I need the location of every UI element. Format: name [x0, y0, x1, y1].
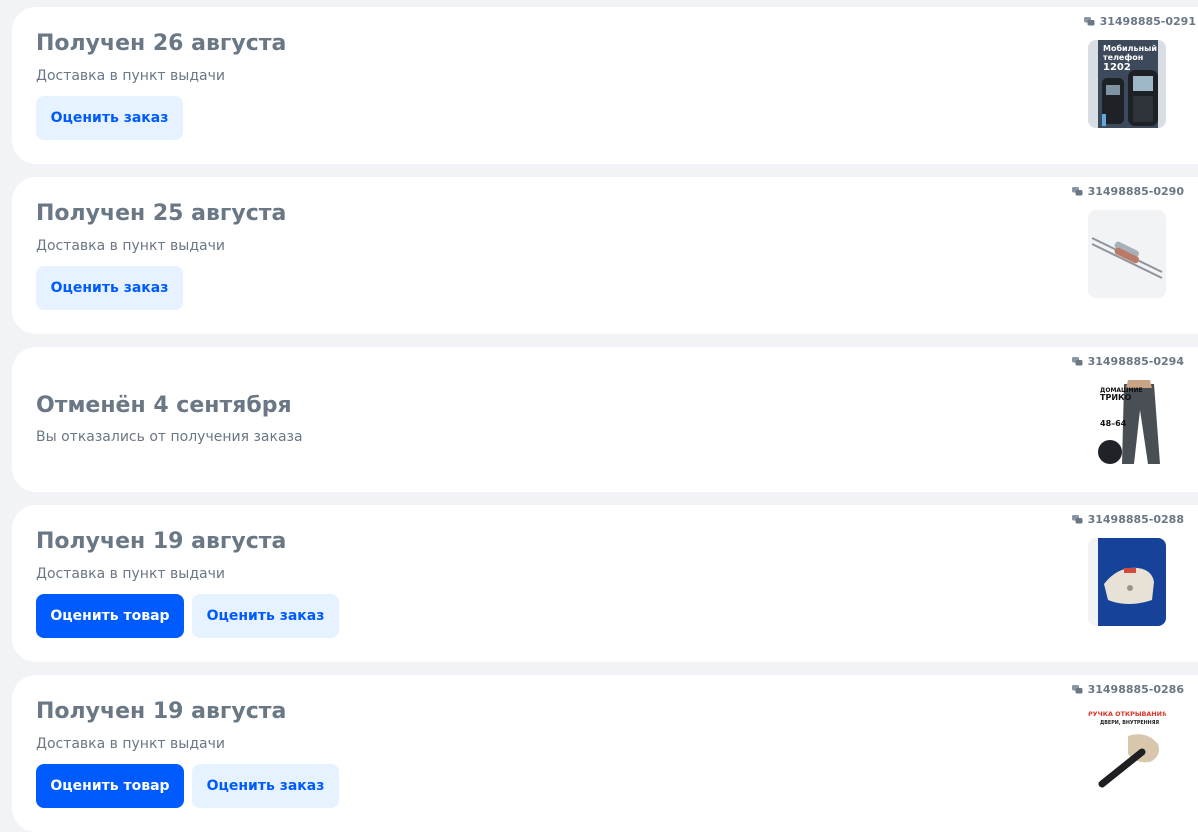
order-status-title: Получен 26 августа: [36, 31, 287, 56]
thermal-fuse-icon: [1088, 210, 1166, 298]
rate-order-button[interactable]: Оценить заказ: [192, 594, 339, 638]
order-status-details: Доставка в пункт выдачи: [36, 736, 225, 752]
order-status-title: Получен 25 августа: [36, 201, 287, 226]
order-number-text: 31498885-0291: [1099, 15, 1196, 28]
order-card[interactable]: Получен 19 августа Доставка в пункт выда…: [12, 675, 1198, 832]
mobile-phone-icon: Мобильный телефон 1202: [1088, 40, 1166, 128]
order-status-details: Доставка в пункт выдачи: [36, 238, 225, 254]
foam-cushion-icon: [1088, 538, 1166, 626]
thumbnail-text: 48–64: [1100, 419, 1127, 428]
door-handle-icon: РУЧКА ОТКРЫВАНИЯ ДВЕРИ, ВНУТРЕННЯЯ: [1088, 708, 1166, 796]
order-status-title: Отменён 4 сентября: [36, 393, 292, 418]
order-status-details: Доставка в пункт выдачи: [36, 566, 225, 582]
chat-icon: [1071, 685, 1083, 694]
order-number[interactable]: 31498885-0288: [1071, 513, 1184, 526]
order-number[interactable]: 31498885-0294: [1071, 355, 1184, 368]
order-status-details: Вы отказались от получения заказа: [36, 429, 303, 445]
order-number[interactable]: 31498885-0290: [1071, 185, 1184, 198]
order-card[interactable]: Отменён 4 сентября Вы отказались от полу…: [12, 347, 1198, 492]
order-number-text: 31498885-0288: [1087, 513, 1184, 526]
product-thumbnail[interactable]: РУЧКА ОТКРЫВАНИЯ ДВЕРИ, ВНУТРЕННЯЯ: [1088, 708, 1166, 796]
chat-icon: [1071, 187, 1083, 196]
rate-order-button[interactable]: Оценить заказ: [36, 96, 183, 140]
order-card[interactable]: Получен 25 августа Доставка в пункт выда…: [12, 177, 1198, 334]
product-thumbnail[interactable]: Мобильный телефон 1202: [1088, 40, 1166, 128]
thumbnail-text: 1202: [1103, 62, 1131, 73]
rate-order-button[interactable]: Оценить заказ: [36, 266, 183, 310]
order-card[interactable]: Получен 19 августа Доставка в пункт выда…: [12, 505, 1198, 662]
order-number-text: 31498885-0294: [1087, 355, 1184, 368]
product-thumbnail[interactable]: ДОМАШНИЕ ТРИКО 48–64: [1088, 380, 1166, 468]
order-status-details: Доставка в пункт выдачи: [36, 68, 225, 84]
order-number[interactable]: 31498885-0291: [1083, 15, 1196, 28]
chat-icon: [1071, 515, 1083, 524]
rate-product-button[interactable]: Оценить товар: [36, 764, 184, 808]
thumbnail-text: Мобильный: [1103, 43, 1157, 53]
order-status-title: Получен 19 августа: [36, 699, 287, 724]
order-status-title: Получен 19 августа: [36, 529, 287, 554]
rate-product-button[interactable]: Оценить товар: [36, 594, 184, 638]
thumbnail-text: телефон: [1103, 53, 1143, 62]
sweatpants-icon: ДОМАШНИЕ ТРИКО 48–64: [1088, 380, 1166, 468]
product-thumbnail[interactable]: [1088, 210, 1166, 298]
product-thumbnail[interactable]: [1088, 538, 1166, 626]
thumbnail-text: ТРИКО: [1100, 393, 1132, 402]
chat-icon: [1071, 357, 1083, 366]
thumbnail-text: РУЧКА ОТКРЫВАНИЯ: [1088, 710, 1166, 718]
order-card[interactable]: Получен 26 августа Доставка в пункт выда…: [12, 7, 1198, 164]
thumbnail-text: ДВЕРИ, ВНУТРЕННЯЯ: [1100, 720, 1159, 726]
order-number[interactable]: 31498885-0286: [1071, 683, 1184, 696]
order-number-text: 31498885-0286: [1087, 683, 1184, 696]
order-number-text: 31498885-0290: [1087, 185, 1184, 198]
rate-order-button[interactable]: Оценить заказ: [192, 764, 339, 808]
chat-icon: [1083, 17, 1095, 26]
